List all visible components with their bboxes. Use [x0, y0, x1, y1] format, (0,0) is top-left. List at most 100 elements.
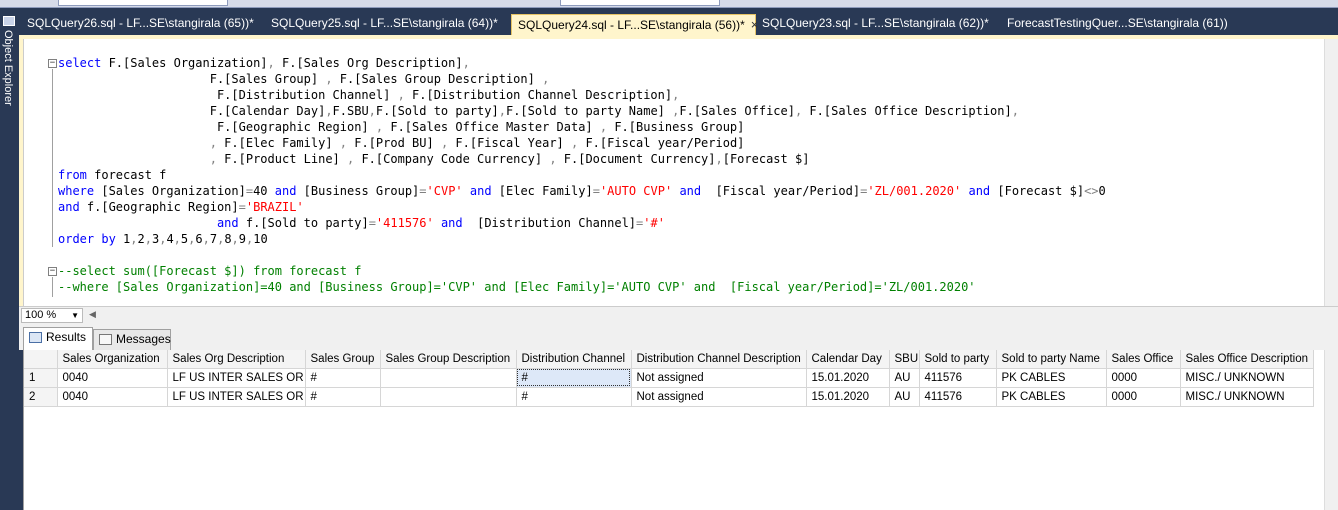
grid-cell[interactable]: MISC./ UNKNOWN — [1180, 368, 1314, 388]
grid-cell[interactable]: Not assigned — [631, 387, 807, 407]
grid-cell[interactable]: 0000 — [1106, 368, 1181, 388]
tab-sqlquery25[interactable]: SQLQuery25.sql - LF...SE\stangirala (64)… — [265, 14, 505, 35]
results-grid[interactable]: Sales Organization Sales Org Description S… — [23, 350, 1338, 510]
tab-label: SQLQuery23.sql - LF...SE\stangirala (62)… — [762, 16, 989, 30]
object-explorer-icon — [3, 16, 15, 26]
grid-cell[interactable]: 0040 — [57, 387, 168, 407]
table-row[interactable]: 1 0040 LF US INTER SALES OR # # Not assigned 1… — [24, 368, 1314, 388]
tab-label: SQLQuery24.sql - LF...SE\stangirala (56)… — [518, 18, 745, 32]
column-header[interactable]: SBU — [889, 350, 920, 369]
tab-label: SQLQuery26.sql - LF...SE\stangirala (65)… — [27, 16, 254, 30]
code-line[interactable]: order by 1,2,3,4,5,6,7,8,9,10 — [58, 231, 1106, 247]
tab-label: Messages — [116, 332, 171, 346]
outline-line — [52, 277, 53, 297]
grid-cell[interactable]: AU — [889, 368, 920, 388]
tab-sqlquery26[interactable]: SQLQuery26.sql - LF...SE\stangirala (65)… — [21, 14, 261, 35]
grid-cell[interactable]: # — [516, 368, 632, 388]
chevron-down-icon: ▼ — [71, 311, 79, 320]
editor-vertical-scrollbar[interactable] — [1324, 39, 1338, 311]
grid-cell[interactable]: 15.01.2020 — [806, 368, 890, 388]
tab-messages[interactable]: Messages — [93, 329, 171, 350]
grid-cell[interactable]: LF US INTER SALES OR — [167, 387, 306, 407]
code-line[interactable]: select F.[Sales Organization], F.[Sales … — [58, 55, 1106, 71]
zoom-bar: 100 % ▼ ◀ — [19, 306, 1338, 323]
code-line[interactable]: --select sum([Forecast $]) from forecast… — [58, 263, 1106, 279]
grid-cell[interactable]: LF US INTER SALES OR — [167, 368, 306, 388]
grid-cell[interactable]: 0000 — [1106, 387, 1181, 407]
grid-cell[interactable]: 15.01.2020 — [806, 387, 890, 407]
editor-margin — [24, 39, 46, 311]
column-header[interactable]: Distribution Channel Description — [631, 350, 807, 369]
grid-cell[interactable]: MISC./ UNKNOWN — [1180, 387, 1314, 407]
grid-cell[interactable]: PK CABLES — [996, 368, 1107, 388]
code-line[interactable]: --where [Sales Organization]=40 and [Bus… — [58, 279, 1106, 295]
object-explorer-strip[interactable]: Object Explorer — [0, 8, 19, 510]
column-header[interactable]: Sold to party Name — [996, 350, 1107, 369]
column-header[interactable]: Distribution Channel — [516, 350, 632, 369]
query-editor[interactable]: − − select F.[Sales Organization], F.[Sa… — [23, 39, 1338, 311]
grid-icon — [29, 332, 42, 343]
tab-sqlquery24[interactable]: SQLQuery24.sql - LF...SE\stangirala (56)… — [511, 14, 758, 35]
row-number[interactable]: 2 — [24, 387, 58, 407]
column-header[interactable]: Sales Organization — [57, 350, 168, 369]
grid-cell[interactable]: PK CABLES — [996, 387, 1107, 407]
grid-cell[interactable]: 411576 — [919, 368, 997, 388]
editor-horizontal-scrollbar[interactable]: ◀ — [87, 308, 1332, 323]
tab-label: ForecastTestingQuer...SE\stangirala (61)… — [1007, 16, 1228, 30]
code-line[interactable]: , F.[Elec Family] , F.[Prod BU] , F.[Fis… — [58, 135, 1106, 151]
column-header[interactable]: Sales Group — [305, 350, 381, 369]
row-number[interactable]: 1 — [24, 368, 58, 388]
tab-label: Results — [46, 330, 87, 344]
code-line[interactable] — [58, 247, 1106, 263]
messages-icon — [99, 334, 112, 345]
grid-cell[interactable] — [380, 387, 517, 407]
grid-cell[interactable] — [380, 368, 517, 388]
toolbar-box[interactable] — [58, 0, 228, 6]
column-header[interactable]: Sales Org Description — [167, 350, 306, 369]
column-header[interactable]: Sales Group Description — [380, 350, 517, 369]
table-row[interactable]: 2 0040 LF US INTER SALES OR # # Not assigned 1… — [24, 387, 1314, 407]
column-header[interactable]: Calendar Day — [806, 350, 890, 369]
code-line[interactable]: and f.[Geographic Region]='BRAZIL' — [58, 199, 1106, 215]
code-line[interactable]: , F.[Product Line] , F.[Company Code Cur… — [58, 151, 1106, 167]
collapse-icon[interactable]: − — [48, 59, 57, 68]
grid-vertical-scrollbar[interactable] — [1324, 350, 1338, 510]
toolbar-box[interactable] — [560, 0, 720, 6]
zoom-value: 100 % — [25, 309, 57, 321]
code-line[interactable]: where [Sales Organization]=40 and [Busin… — [58, 183, 1106, 199]
code-line[interactable]: F.[Geographic Region] , F.[Sales Office … — [58, 119, 1106, 135]
grid-cell[interactable]: # — [305, 387, 381, 407]
code-line[interactable]: F.[Distribution Channel] , F.[Distributi… — [58, 87, 1106, 103]
ssms-window: Object Explorer SQLQuery26.sql - LF...SE… — [0, 0, 1338, 510]
document-tab-bar: SQLQuery26.sql - LF...SE\stangirala (65)… — [19, 8, 1338, 35]
collapse-icon[interactable]: − — [48, 267, 57, 276]
grid-cell[interactable]: 0040 — [57, 368, 168, 388]
column-header[interactable]: Sales Office Description — [1180, 350, 1314, 369]
column-header[interactable]: Sales Office — [1106, 350, 1181, 369]
header-row: Sales Organization Sales Org Description S… — [24, 350, 1314, 369]
editor-frame: − − select F.[Sales Organization], F.[Sa… — [19, 35, 1338, 311]
column-header[interactable]: Sold to party — [919, 350, 997, 369]
zoom-select[interactable]: 100 % ▼ — [21, 308, 83, 323]
code-line[interactable]: F.[Calendar Day],F.SBU,F.[Sold to party]… — [58, 103, 1106, 119]
tab-sqlquery23[interactable]: SQLQuery23.sql - LF...SE\stangirala (62)… — [756, 14, 996, 35]
code-line[interactable]: and f.[Sold to party]='411576' and [Dist… — [58, 215, 1106, 231]
results-tab-bar: Results Messages — [19, 323, 1338, 350]
toolbar-strip — [0, 0, 1338, 8]
grid-cell[interactable]: Not assigned — [631, 368, 807, 388]
sql-code[interactable]: select F.[Sales Organization], F.[Sales … — [58, 55, 1106, 295]
results-table: Sales Organization Sales Org Description S… — [24, 350, 1314, 407]
column-header[interactable] — [24, 350, 58, 369]
grid-cell[interactable]: # — [516, 387, 632, 407]
code-line[interactable]: F.[Sales Group] , F.[Sales Group Descrip… — [58, 71, 1106, 87]
tab-forecast-testing[interactable]: ForecastTestingQuer...SE\stangirala (61)… — [1001, 14, 1231, 35]
grid-cell[interactable]: # — [305, 368, 381, 388]
grid-cell[interactable]: 411576 — [919, 387, 997, 407]
chevron-left-icon[interactable]: ◀ — [89, 309, 96, 320]
tab-results[interactable]: Results — [23, 327, 93, 350]
code-line[interactable]: from forecast f — [58, 167, 1106, 183]
object-explorer-label[interactable]: Object Explorer — [2, 30, 14, 106]
outline-line — [52, 69, 53, 247]
tab-label: SQLQuery25.sql - LF...SE\stangirala (64)… — [271, 16, 498, 30]
grid-cell[interactable]: AU — [889, 387, 920, 407]
